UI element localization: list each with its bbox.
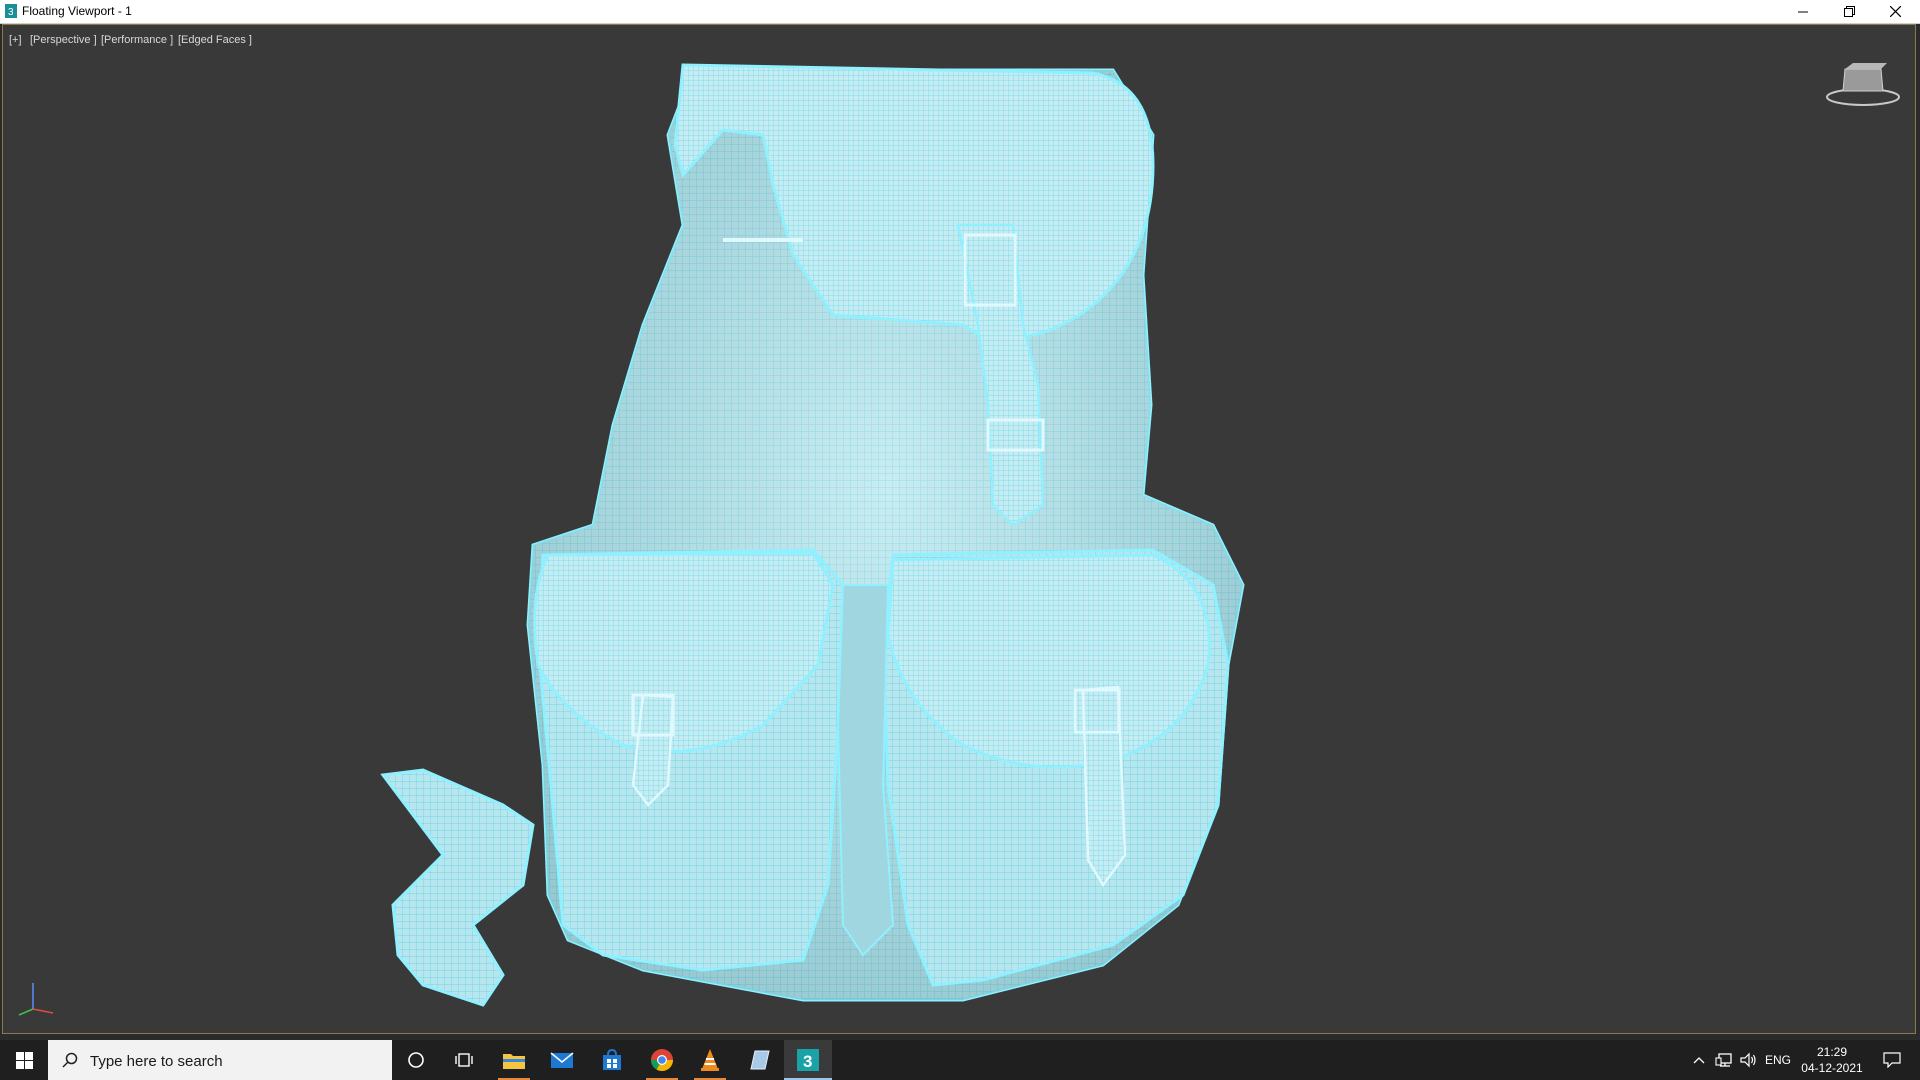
- floating-viewport[interactable]: [+] [Perspective ] [Performance ] [Edged…: [2, 24, 1916, 1034]
- search-input[interactable]: [88, 1049, 382, 1073]
- restore-icon: [1843, 6, 1855, 17]
- chrome-button[interactable]: [638, 1040, 686, 1080]
- viewcube-icon[interactable]: [1823, 61, 1903, 111]
- task-view-button[interactable]: [440, 1040, 488, 1080]
- shoulder-strap: [380, 768, 535, 1007]
- input-language-indicator[interactable]: ENG: [1762, 1040, 1794, 1080]
- file-explorer-button[interactable]: [490, 1040, 538, 1080]
- close-icon: [1889, 6, 1901, 17]
- restore-button[interactable]: [1826, 0, 1872, 23]
- cortana-icon: [408, 1052, 424, 1068]
- start-button[interactable]: [0, 1040, 48, 1080]
- window-title: Floating Viewport - 1: [22, 4, 132, 18]
- minimize-icon: [1798, 11, 1808, 12]
- notification-icon: [1883, 1052, 1901, 1068]
- taskbar-clock[interactable]: 21:29 04-12-2021: [1792, 1044, 1872, 1076]
- app-icon: [750, 1050, 770, 1070]
- network-button[interactable]: [1712, 1040, 1736, 1080]
- minimize-button[interactable]: [1780, 0, 1826, 23]
- volume-button[interactable]: [1736, 1040, 1760, 1080]
- mail-button[interactable]: [538, 1040, 586, 1080]
- axis-tripod-icon: [18, 983, 54, 1016]
- vlc-icon: [701, 1049, 719, 1071]
- app-button[interactable]: [736, 1040, 784, 1080]
- vlc-button[interactable]: [686, 1040, 734, 1080]
- windows-taskbar: 3 ENG 21:29 04-12-2021: [0, 1040, 1920, 1080]
- svg-text:3: 3: [803, 1052, 812, 1071]
- cortana-button[interactable]: [392, 1040, 440, 1080]
- mail-icon: [550, 1052, 574, 1068]
- clock-time: 21:29: [1816, 1045, 1848, 1059]
- close-button[interactable]: [1872, 0, 1918, 23]
- backpack-wireframe-model[interactable]: [3, 25, 1915, 1033]
- show-hidden-icons-button[interactable]: [1688, 1040, 1710, 1080]
- speaker-icon: [1740, 1052, 1756, 1068]
- network-icon: [1715, 1053, 1732, 1067]
- chrome-icon: [651, 1049, 673, 1071]
- task-view-icon: [455, 1053, 473, 1067]
- taskbar-search-box[interactable]: [48, 1040, 392, 1080]
- svg-text:3: 3: [8, 7, 14, 18]
- windows-logo-icon: [15, 1051, 33, 1069]
- 3ds-max-taskbar-button[interactable]: 3: [784, 1040, 832, 1080]
- chevron-up-icon: [1693, 1057, 1705, 1064]
- 3ds-max-app-icon: 3: [5, 4, 17, 18]
- title-bar: 3 Floating Viewport - 1: [0, 0, 1920, 24]
- clock-date: 04-12-2021: [1801, 1061, 1863, 1075]
- store-button[interactable]: [588, 1040, 636, 1080]
- file-explorer-icon: [503, 1054, 525, 1069]
- 3ds-max-icon: 3: [797, 1049, 819, 1071]
- store-icon: [603, 1049, 621, 1070]
- action-center-button[interactable]: [1872, 1040, 1912, 1080]
- search-icon: [62, 1052, 78, 1068]
